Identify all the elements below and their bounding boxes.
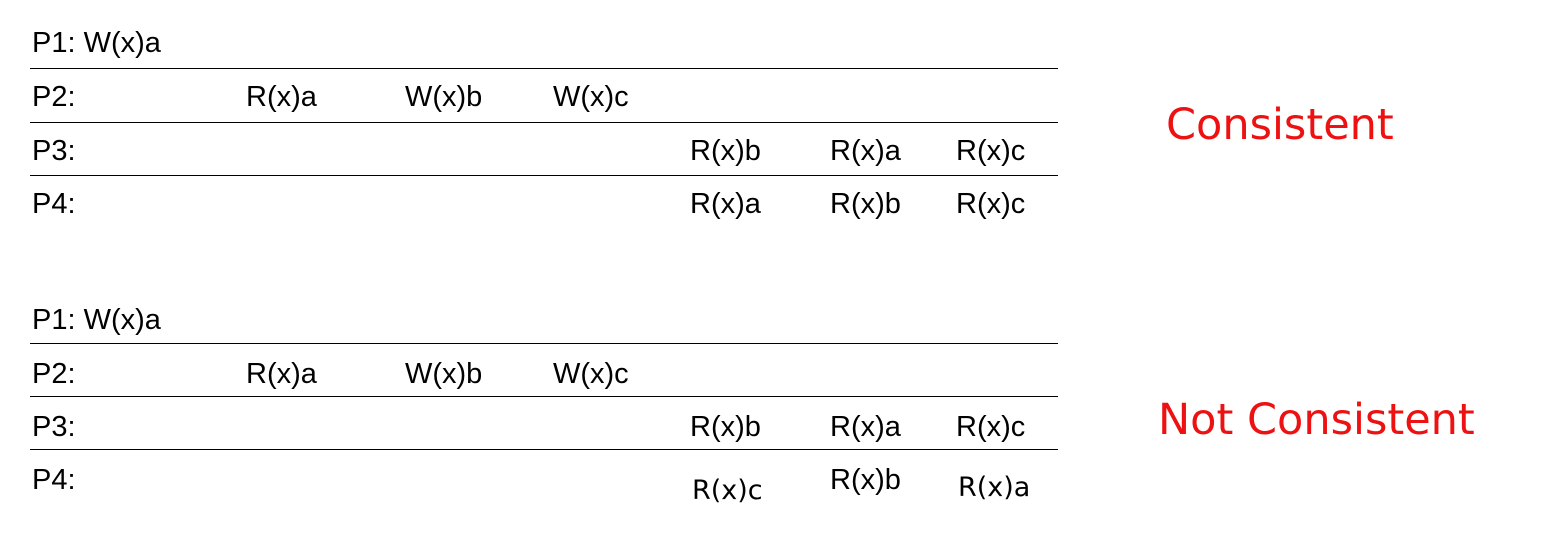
operation: R(x)b — [690, 411, 761, 443]
row-divider — [30, 396, 1058, 397]
operation: R(x)b — [690, 135, 761, 167]
operation: R(x)c — [956, 135, 1026, 167]
process-label-p3: P3: — [32, 411, 76, 443]
process-label-p2: P2: — [32, 81, 76, 113]
operation: R(x)c — [956, 411, 1026, 443]
operation: R(x)a — [830, 411, 901, 443]
process-label-p4: P4: — [32, 188, 76, 220]
row-divider — [30, 449, 1058, 450]
operation: R(x)b — [830, 464, 901, 496]
process-label-p1: P1: W(x)a — [32, 27, 161, 59]
operation: R(x)c — [956, 188, 1026, 220]
operation: R(x)a — [246, 358, 317, 390]
process-label-p1: P1: W(x)a — [32, 304, 161, 336]
process-label-p4: P4: — [32, 464, 76, 496]
operation: R(x)a — [246, 81, 317, 113]
row-divider — [30, 175, 1058, 176]
verdict-label: Consistent — [1166, 100, 1394, 150]
process-label-p3: P3: — [32, 135, 76, 167]
process-label-p2: P2: — [32, 358, 76, 390]
row-divider — [30, 122, 1058, 123]
operation: W(x)b — [405, 358, 483, 390]
operation: R(x)b — [830, 188, 901, 220]
operation: R(x)a — [690, 188, 761, 220]
operation: W(x)c — [553, 81, 629, 113]
row-divider — [30, 68, 1058, 69]
verdict-label: Not Consistent — [1158, 395, 1475, 445]
operation: W(x)b — [405, 81, 483, 113]
row-divider — [30, 343, 1058, 344]
operation: R(x)a — [958, 472, 1031, 503]
operation: W(x)c — [553, 358, 629, 390]
operation: R(x)a — [830, 135, 901, 167]
operation: R(x)c — [692, 475, 763, 506]
